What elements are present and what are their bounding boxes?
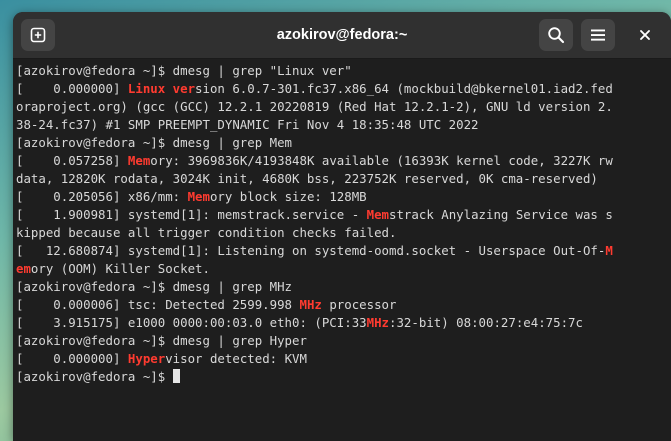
terminal-text: processor — [321, 297, 397, 312]
grep-match-highlight: Mem — [127, 153, 151, 168]
terminal-text: ory block size: 128MB — [209, 189, 367, 204]
terminal-line: [ 0.000000] Linux version 6.0.7-301.fc37… — [16, 80, 671, 98]
terminal-text: ory (OOM) Killer Socket. — [30, 261, 210, 276]
terminal-text: [azokirov@fedora ~]$ dmesg | grep Hyper — [16, 333, 307, 348]
terminal-window: azokirov@fedora:~ [azokirov@fedora ~]$ d… — [13, 12, 671, 441]
terminal-line: emory (OOM) Killer Socket. — [16, 260, 671, 278]
terminal-text: [ 3.915175] e1000 0000:00:03.0 eth0: (PC… — [16, 315, 367, 330]
terminal-text: 38-24.fc37) #1 SMP PREEMPT_DYNAMIC Fri N… — [16, 117, 479, 132]
grep-match-highlight: Linux ver — [127, 81, 196, 96]
terminal-line: data, 12820K rodata, 3024K init, 4680K b… — [16, 170, 671, 188]
terminal-text: [ 0.205056] x86/mm: — [16, 189, 188, 204]
close-button[interactable] — [629, 19, 661, 51]
terminal-line: [ 3.915175] e1000 0000:00:03.0 eth0: (PC… — [16, 314, 671, 332]
terminal-text: [azokirov@fedora ~]$ dmesg | grep "Linux… — [16, 63, 352, 78]
main-menu-button[interactable] — [581, 19, 615, 51]
terminal-text: sion 6.0.7-301.fc37.x86_64 (mockbuild@bk… — [195, 81, 613, 96]
terminal-text: oraproject.org) (gcc (GCC) 12.2.1 202208… — [16, 99, 613, 114]
terminal-line: [azokirov@fedora ~]$ dmesg | grep MHz — [16, 278, 671, 296]
grep-match-highlight: Hyper — [127, 351, 166, 366]
search-icon — [548, 27, 565, 44]
terminal-text: [ 0.057258] — [16, 153, 128, 168]
terminal-text: [azokirov@fedora ~]$ — [16, 369, 173, 384]
grep-match-highlight: Mem — [366, 207, 390, 222]
terminal-text: [azokirov@fedora ~]$ dmesg | grep Mem — [16, 135, 293, 150]
new-tab-icon — [30, 27, 46, 43]
terminal-text: ory: 3969836K/4193848K available (16393K… — [150, 153, 613, 168]
new-tab-button[interactable] — [21, 19, 55, 51]
terminal-text: [ 0.000000] — [16, 351, 128, 366]
terminal-line: [azokirov@fedora ~]$ dmesg | grep Mem — [16, 134, 671, 152]
terminal-line: [azokirov@fedora ~]$ dmesg | grep "Linux… — [16, 62, 671, 80]
terminal-line: kipped because all trigger condition che… — [16, 224, 671, 242]
terminal-line: [ 12.680874] systemd[1]: Listening on sy… — [16, 242, 671, 260]
terminal-text: [azokirov@fedora ~]$ dmesg | grep MHz — [16, 279, 293, 294]
terminal-line: [ 0.057258] Memory: 3969836K/4193848K av… — [16, 152, 671, 170]
terminal-text: data, 12820K rodata, 3024K init, 4680K b… — [16, 171, 598, 186]
terminal-line: [ 0.000000] Hypervisor detected: KVM — [16, 350, 671, 368]
terminal-text: [ 0.000000] — [16, 81, 128, 96]
grep-match-highlight: em — [16, 261, 31, 276]
grep-match-highlight: Mem — [187, 189, 210, 204]
hamburger-menu-icon — [591, 29, 605, 41]
terminal-text: kipped because all trigger condition che… — [16, 225, 397, 240]
grep-match-highlight: MHz — [299, 297, 322, 312]
terminal-line: [azokirov@fedora ~]$ — [16, 368, 671, 386]
terminal-text: strack Anylazing Service was s — [389, 207, 613, 222]
text-cursor — [172, 369, 180, 383]
terminal-text: [ 12.680874] systemd[1]: Listening on sy… — [16, 243, 606, 258]
terminal-line: [ 0.000006] tsc: Detected 2599.998 MHz p… — [16, 296, 671, 314]
grep-match-highlight: MHz — [366, 315, 390, 330]
title-bar: azokirov@fedora:~ — [13, 12, 671, 59]
grep-match-highlight: M — [605, 243, 613, 258]
terminal-text: [ 0.000006] tsc: Detected 2599.998 — [16, 297, 300, 312]
close-icon — [640, 30, 650, 40]
terminal-text: :32-bit) 08:00:27:e4:75:7c — [389, 315, 583, 330]
terminal-output[interactable]: [azokirov@fedora ~]$ dmesg | grep "Linux… — [13, 59, 671, 441]
search-button[interactable] — [539, 19, 573, 51]
terminal-text: visor detected: KVM — [165, 351, 307, 366]
terminal-line: 38-24.fc37) #1 SMP PREEMPT_DYNAMIC Fri N… — [16, 116, 671, 134]
terminal-line: oraproject.org) (gcc (GCC) 12.2.1 202208… — [16, 98, 671, 116]
terminal-text: [ 1.900981] systemd[1]: memstrack.servic… — [16, 207, 367, 222]
terminal-line: [ 0.205056] x86/mm: Memory block size: 1… — [16, 188, 671, 206]
terminal-line: [azokirov@fedora ~]$ dmesg | grep Hyper — [16, 332, 671, 350]
terminal-line: [ 1.900981] systemd[1]: memstrack.servic… — [16, 206, 671, 224]
